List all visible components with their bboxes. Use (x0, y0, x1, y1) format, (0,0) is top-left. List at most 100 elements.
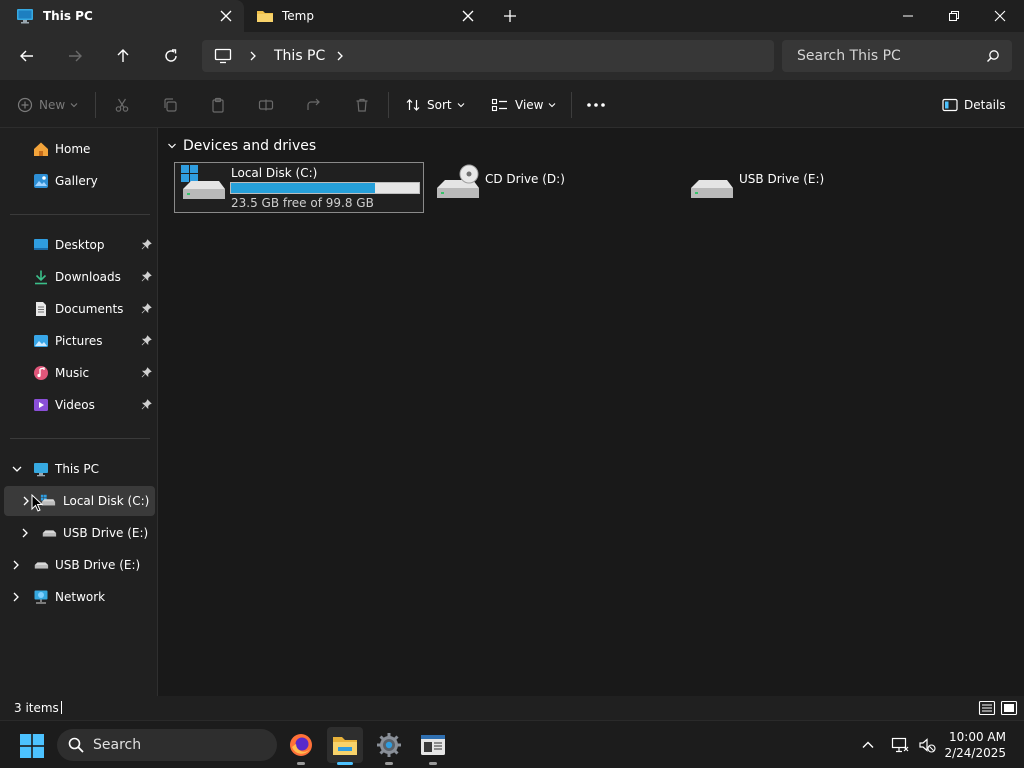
up-button[interactable] (111, 44, 135, 68)
app-window-icon (421, 735, 445, 755)
details-button[interactable]: Details (942, 94, 1006, 116)
pin-icon[interactable] (141, 399, 152, 410)
taskbar-firefox[interactable] (283, 727, 319, 765)
sidebar-item-usb-drive-e-root[interactable]: USB Drive (E:) (0, 550, 156, 580)
sort-icon (406, 99, 420, 111)
share-button[interactable] (306, 94, 322, 116)
new-button[interactable]: New (17, 94, 78, 116)
sidebar-item-pictures[interactable]: Pictures (0, 326, 156, 356)
drive-free-space: 23.5 GB free of 99.8 GB (231, 196, 374, 210)
arrow-left-icon (20, 50, 33, 62)
sidebar-item-usb-drive-e[interactable]: USB Drive (E:) (0, 518, 156, 548)
sidebar-item-home[interactable]: Home (0, 134, 156, 164)
search-input[interactable]: Search This PC (782, 40, 1012, 72)
pin-icon[interactable] (141, 239, 152, 250)
sidebar-item-this-pc[interactable]: This PC (0, 454, 156, 484)
sidebar-item-downloads[interactable]: Downloads (0, 262, 156, 292)
chevron-right-icon[interactable] (19, 527, 31, 539)
taskbar: Search 10:00 AM 2/24/2025 (0, 720, 1024, 768)
delete-button[interactable] (354, 94, 370, 116)
active-indicator (337, 762, 353, 765)
drive-cd-d[interactable]: CD Drive (D:) (429, 162, 679, 213)
chevron-right-icon[interactable] (335, 50, 345, 62)
taskbar-search[interactable]: Search (57, 729, 277, 761)
sidebar-item-music[interactable]: Music (0, 358, 156, 388)
minimize-button[interactable] (885, 0, 931, 32)
gear-icon (377, 733, 401, 757)
status-bar: 3 items (0, 696, 1024, 720)
monitor-icon (17, 9, 33, 24)
sidebar-item-network[interactable]: Network (0, 582, 156, 612)
group-header-devices[interactable]: Devices and drives (167, 138, 316, 154)
sidebar-item-desktop[interactable]: Desktop (0, 230, 156, 260)
pin-icon[interactable] (141, 335, 152, 346)
close-window-button[interactable] (977, 0, 1023, 32)
network-status-icon[interactable] (891, 736, 909, 754)
sidebar-item-documents[interactable]: Documents (0, 294, 156, 324)
cut-button[interactable] (114, 94, 130, 116)
file-explorer-icon (333, 737, 357, 755)
desktop-icon (34, 239, 48, 250)
close-tab-icon[interactable] (460, 8, 476, 24)
gallery-icon (34, 174, 48, 188)
pin-icon[interactable] (141, 303, 152, 314)
download-icon (35, 270, 47, 285)
details-pane-icon (942, 98, 958, 112)
sidebar-item-videos[interactable]: Videos (0, 390, 156, 420)
forward-button[interactable] (63, 44, 87, 68)
taskbar-file-explorer[interactable] (327, 727, 363, 765)
clock-time: 10:00 AM (949, 730, 1006, 744)
system-clock[interactable]: 10:00 AM 2/24/2025 (944, 729, 1006, 761)
separator (388, 92, 389, 118)
copy-button[interactable] (162, 94, 178, 116)
tiles-view-icon[interactable] (1000, 699, 1018, 717)
chevron-right-icon[interactable] (10, 591, 22, 603)
chevron-right-icon[interactable] (10, 559, 22, 571)
running-indicator (429, 762, 437, 765)
back-button[interactable] (15, 44, 39, 68)
status-separator (61, 701, 62, 714)
sidebar-item-local-disk-c[interactable]: Local Disk (C:) (4, 486, 155, 516)
view-button[interactable]: View (491, 94, 556, 116)
view-list-icon (491, 98, 507, 112)
sort-button[interactable]: Sort (405, 94, 465, 116)
rename-button[interactable] (258, 94, 274, 116)
drive-icon (42, 530, 57, 537)
restore-button[interactable] (931, 0, 977, 32)
details-view-icon[interactable] (978, 699, 996, 717)
running-indicator (297, 762, 305, 765)
more-icon (587, 103, 605, 107)
close-tab-icon[interactable] (218, 8, 234, 24)
tab-temp[interactable]: Temp (246, 0, 486, 32)
plus-circle-icon (17, 97, 33, 113)
pin-icon[interactable] (141, 367, 152, 378)
breadcrumb-this-pc[interactable]: This PC (274, 48, 325, 64)
refresh-button[interactable] (159, 44, 183, 68)
new-tab-icon[interactable] (502, 8, 518, 24)
chevron-up-icon[interactable] (861, 738, 875, 752)
chevron-down-icon (549, 103, 556, 108)
paste-button[interactable] (210, 94, 226, 116)
volume-muted-icon[interactable] (918, 736, 936, 754)
pin-icon[interactable] (141, 271, 152, 282)
drive-usb-e[interactable]: USB Drive (E:) (683, 162, 933, 213)
taskbar-settings[interactable] (371, 727, 407, 765)
address-bar[interactable]: This PC (202, 40, 774, 72)
mouse-cursor-icon (31, 494, 43, 512)
refresh-icon (165, 49, 177, 62)
windows-start-icon[interactable] (20, 734, 44, 758)
arrow-right-icon (69, 50, 82, 62)
command-bar: New Sort View Details (0, 80, 1024, 128)
chevron-down-icon (70, 103, 78, 108)
tab-this-pc[interactable]: This PC (0, 0, 244, 32)
search-placeholder: Search This PC (797, 48, 901, 64)
more-options-button[interactable] (586, 94, 606, 116)
chevron-down-icon[interactable] (11, 463, 23, 475)
chevron-right-icon[interactable] (248, 50, 258, 62)
drive-local-disk-c[interactable]: Local Disk (C:) 23.5 GB free of 99.8 GB (174, 162, 424, 213)
title-bar: This PC Temp (0, 0, 1024, 32)
sidebar-item-gallery[interactable]: Gallery (0, 166, 156, 196)
separator (571, 92, 572, 118)
taskbar-app-window[interactable] (415, 727, 451, 765)
drive-usage-bar (230, 182, 420, 194)
